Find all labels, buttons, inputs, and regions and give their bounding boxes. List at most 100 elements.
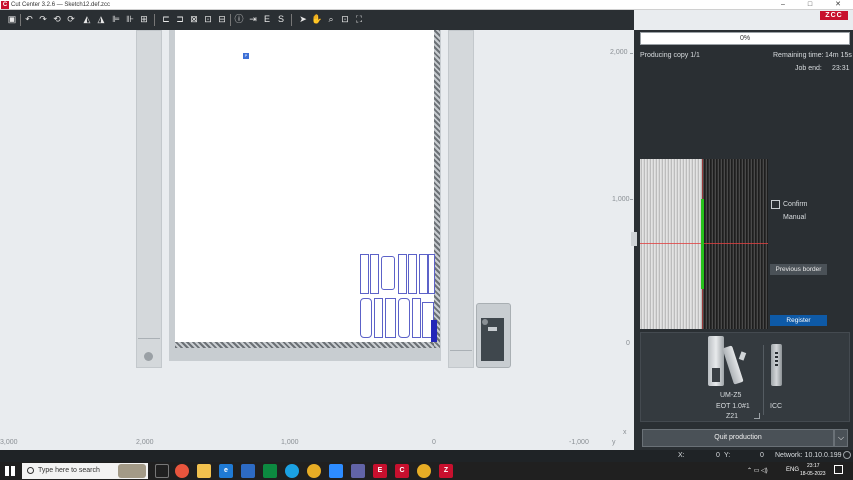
nested-parts[interactable] bbox=[358, 254, 438, 342]
redo-icon[interactable]: ↷ bbox=[37, 13, 49, 26]
align-icon[interactable]: ⊫ bbox=[110, 13, 122, 26]
x-coord-value: 0 bbox=[716, 452, 720, 459]
close-button[interactable]: ✕ bbox=[828, 0, 848, 10]
maximize-button[interactable]: □ bbox=[800, 0, 820, 10]
cut-editor-icon[interactable]: E bbox=[373, 464, 387, 478]
clock-time[interactable]: 23:17 bbox=[807, 463, 820, 469]
camera-side-tab[interactable] bbox=[631, 232, 637, 246]
window-title: Cut Center 3.2.6 — Sketch12.def.zcc bbox=[11, 2, 111, 8]
registration-marker[interactable]: P bbox=[243, 53, 249, 59]
excel-icon[interactable] bbox=[263, 464, 277, 478]
y-axis-label: y bbox=[612, 439, 616, 446]
browser-icon[interactable] bbox=[285, 464, 299, 478]
confirm-checkbox[interactable] bbox=[771, 200, 780, 209]
part-shape[interactable] bbox=[412, 298, 421, 338]
pointer-icon[interactable]: ➤ bbox=[297, 13, 309, 26]
clock-date[interactable]: 18-05-2023 bbox=[800, 471, 826, 477]
quit-production-button[interactable]: Quit production bbox=[642, 429, 834, 447]
flip-icon[interactable]: ◮ bbox=[95, 13, 107, 26]
job-end-value: 23:31 bbox=[832, 65, 850, 72]
notification-icon[interactable] bbox=[834, 465, 843, 474]
zcc-app-icon[interactable]: Z bbox=[439, 464, 453, 478]
toolbar-separator bbox=[20, 14, 21, 26]
part-shape[interactable] bbox=[370, 254, 379, 294]
x-ruler-label: 1,000 bbox=[281, 439, 299, 446]
task-view-icon[interactable] bbox=[155, 464, 169, 478]
zoom-app-icon[interactable] bbox=[329, 464, 343, 478]
part-shape[interactable] bbox=[408, 254, 417, 294]
camera-belt-area bbox=[702, 159, 768, 329]
chrome-icon[interactable] bbox=[307, 464, 321, 478]
cut-center-icon[interactable]: C bbox=[395, 464, 409, 478]
part-shape[interactable] bbox=[428, 254, 435, 294]
layer-e-icon[interactable]: E bbox=[261, 13, 273, 26]
part-shape[interactable] bbox=[374, 298, 383, 338]
tool-head-sensor bbox=[482, 319, 488, 325]
remaining-time-value: 14m 15s bbox=[825, 52, 852, 59]
camera-view[interactable] bbox=[640, 159, 768, 329]
manual-checkbox[interactable] bbox=[771, 212, 780, 221]
toolbar-separator bbox=[230, 14, 231, 26]
toolbar-separator bbox=[154, 14, 155, 26]
x-ruler-label: 0 bbox=[432, 439, 436, 446]
edge-icon[interactable]: e bbox=[219, 464, 233, 478]
y-ruler-label: 1,000 bbox=[612, 196, 630, 203]
zoom-fit-icon[interactable]: ⊡ bbox=[339, 13, 351, 26]
distribute-icon[interactable]: ⊞ bbox=[138, 13, 150, 26]
align-right-icon[interactable]: ⊪ bbox=[124, 13, 136, 26]
app-icon-1[interactable] bbox=[175, 464, 189, 478]
system-tray-icons[interactable]: ⌃ ▭ ◁) bbox=[747, 467, 768, 474]
group-icon[interactable]: ⊐ bbox=[174, 13, 186, 26]
file-explorer-icon[interactable] bbox=[197, 464, 211, 478]
y-ruler-tick bbox=[630, 199, 633, 200]
info-icon[interactable]: ⓘ bbox=[233, 13, 245, 26]
part-shape[interactable] bbox=[360, 298, 372, 338]
chrome-icon-2[interactable] bbox=[417, 464, 431, 478]
part-shape[interactable] bbox=[398, 298, 410, 338]
app-logo-icon: C bbox=[1, 1, 9, 9]
hand-icon[interactable]: ✋ bbox=[311, 13, 323, 26]
teams-icon[interactable] bbox=[351, 464, 365, 478]
mirror-icon[interactable]: ◭ bbox=[81, 13, 93, 26]
camera-crosshair-horizontal bbox=[640, 243, 768, 244]
windows-start-icon[interactable] bbox=[5, 466, 15, 476]
layer-s-icon[interactable]: S bbox=[275, 13, 287, 26]
x-coord-label: X: bbox=[678, 452, 685, 459]
part-shape[interactable] bbox=[385, 298, 396, 338]
export-icon[interactable]: ⇥ bbox=[247, 13, 259, 26]
active-cut-part bbox=[431, 320, 437, 342]
title-bar: C Cut Center 3.2.6 — Sketch12.def.zcc – … bbox=[0, 0, 853, 10]
toolbar: ▣ ↶ ↷ ⟲ ⟳ ◭ ◮ ⊫ ⊪ ⊞ ⊏ ⊐ ⊠ ⊡ ⊟ ⓘ ⇥ E S ➤ … bbox=[0, 10, 634, 30]
camera-media-area bbox=[640, 159, 702, 329]
rotate-left-icon[interactable]: ⟲ bbox=[51, 13, 63, 26]
x-ruler-label: -1,000 bbox=[569, 439, 589, 446]
search-icon bbox=[27, 467, 34, 474]
zoom-icon[interactable]: ⌕ bbox=[325, 13, 337, 26]
progress-label: 0% bbox=[739, 35, 751, 42]
arrange-icon[interactable]: ⊡ bbox=[202, 13, 214, 26]
stack-icon[interactable]: ⊟ bbox=[216, 13, 228, 26]
save-icon[interactable]: ▣ bbox=[6, 13, 18, 26]
undo-icon[interactable]: ↶ bbox=[23, 13, 35, 26]
y-ruler-tick bbox=[630, 53, 633, 54]
language-indicator[interactable]: ENG bbox=[786, 467, 799, 473]
register-button[interactable]: Register bbox=[770, 315, 827, 326]
toolbar-separator bbox=[291, 14, 292, 26]
ungroup-icon[interactable]: ⊠ bbox=[188, 13, 200, 26]
store-icon[interactable] bbox=[241, 464, 255, 478]
x-axis-label: x bbox=[623, 429, 627, 436]
part-shape[interactable] bbox=[360, 254, 369, 294]
minimize-button[interactable]: – bbox=[773, 0, 793, 10]
distribute-vertical-icon[interactable]: ⊏ bbox=[160, 13, 172, 26]
status-bar: X: 0 Y: 0 Network: 10.10.0.199 bbox=[0, 450, 853, 462]
zoom-extents-icon[interactable]: ⛶ bbox=[353, 13, 365, 26]
rotate-right-icon[interactable]: ⟳ bbox=[65, 13, 77, 26]
resize-grip-icon bbox=[754, 413, 760, 419]
progress-bar: 0% bbox=[640, 32, 850, 45]
tool1-sub: EOT 1.0#1 bbox=[716, 403, 750, 410]
part-shape[interactable] bbox=[381, 256, 395, 290]
previous-border-button[interactable]: Previous border bbox=[770, 264, 827, 275]
quit-dropdown-icon[interactable]: ⌵ bbox=[834, 429, 848, 447]
part-shape[interactable] bbox=[419, 254, 428, 294]
part-shape[interactable] bbox=[398, 254, 407, 294]
